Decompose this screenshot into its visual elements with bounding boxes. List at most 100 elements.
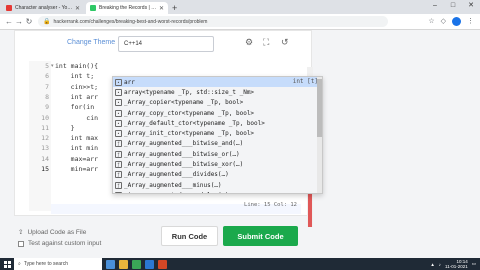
run-code-button[interactable]: Run Code xyxy=(161,226,218,246)
fullscreen-icon[interactable]: ⛶ xyxy=(263,37,269,48)
cursor-status: Line: 15 Col: 12 xyxy=(244,202,297,208)
taskbar-apps xyxy=(106,259,167,269)
screen: Character analyser - YouTube Studio ✕ Br… xyxy=(0,0,480,270)
line-number: 15 xyxy=(41,165,49,173)
url-field[interactable]: 🔒 hackerrank.com/challenges/breaking-bes… xyxy=(38,16,388,27)
autocomplete-item[interactable]: ƒ _Array_augmented___bitwise_and(…) xyxy=(113,139,322,149)
reload-icon[interactable]: ↻ xyxy=(24,17,34,26)
autocomplete-item[interactable]: • array<typename _Tp, std::size_t _Nm> xyxy=(113,87,322,97)
code-line[interactable]: int main(){ xyxy=(55,62,98,70)
upload-icon: ⇪ xyxy=(18,229,24,236)
code-line[interactable]: int arr xyxy=(55,93,98,101)
settings-gear-icon[interactable]: ⚙ xyxy=(245,37,253,48)
reset-code-icon[interactable]: ↺ xyxy=(281,37,289,48)
autocomplete-item[interactable]: ƒ _Array_augmented___bitwise_or(…) xyxy=(113,149,322,159)
code-line[interactable]: cin>>t; xyxy=(55,83,98,91)
autocomplete-item[interactable]: ƒ_Array_augmented___modulus(…) xyxy=(113,190,322,193)
profile-avatar[interactable] xyxy=(452,17,461,26)
code-line[interactable]: } xyxy=(55,124,75,132)
close-tab-icon[interactable]: ✕ xyxy=(159,5,164,12)
function-icon: ƒ xyxy=(115,171,122,179)
start-button[interactable] xyxy=(0,258,14,270)
class-icon: • xyxy=(115,109,122,117)
network-icon[interactable]: ▲ xyxy=(430,262,434,267)
extensions-icon[interactable]: ◇ xyxy=(441,17,446,26)
autocomplete-item-label: _Array_augmented___bitwise_and(…) xyxy=(124,140,244,148)
autocomplete-item[interactable]: • arr int [t] xyxy=(113,77,322,88)
back-arrow-icon[interactable]: ← xyxy=(4,17,14,26)
custom-input-toggle[interactable]: Test against custom input xyxy=(18,240,101,247)
close-tab-icon[interactable]: ✕ xyxy=(75,5,80,12)
code-line[interactable]: int max xyxy=(55,134,98,142)
line-number: 5 xyxy=(45,62,49,70)
volume-icon[interactable]: ♪ xyxy=(439,262,441,267)
autocomplete-popup: • arr int [t] • array<typename _Tp, std::siz… xyxy=(112,76,323,194)
custom-input-checkbox[interactable] xyxy=(18,240,24,247)
function-icon: ƒ xyxy=(115,150,122,158)
autocomplete-item[interactable]: • _Array_copy_ctor<typename _Tp, bool> xyxy=(113,108,322,118)
line-number: 7 xyxy=(45,82,49,91)
autocomplete-scroll-thumb[interactable] xyxy=(317,79,322,137)
autocomplete-item-label: array<typename _Tp, std::size_t _Nm> xyxy=(124,88,255,96)
forward-arrow-icon[interactable]: → xyxy=(14,17,24,26)
autocomplete-item[interactable]: • _Array_init_ctor<typename _Tp, bool> xyxy=(113,128,322,138)
autocomplete-item[interactable]: ƒ _Array_augmented___divides(…) xyxy=(113,170,322,180)
code-line[interactable]: int min xyxy=(55,144,98,152)
language-select[interactable]: C++14 xyxy=(118,36,214,52)
browser-tab-bar: Character analyser - YouTube Studio ✕ Br… xyxy=(0,0,480,14)
change-theme-link[interactable]: Change Theme xyxy=(67,39,115,46)
autocomplete-item-type: int [t] xyxy=(292,78,318,85)
browser-tab-hackerrank[interactable]: Breaking the Records | HackerRank ✕ xyxy=(86,2,168,14)
chrome-icon[interactable] xyxy=(132,259,141,269)
notifications-icon[interactable]: ▭ xyxy=(472,261,476,267)
class-icon: • xyxy=(115,130,122,138)
star-icon[interactable]: ☆ xyxy=(428,17,434,26)
mail-icon[interactable] xyxy=(145,259,154,269)
clock[interactable]: 10:14 11-01-2021 xyxy=(445,259,468,269)
submit-code-button[interactable]: Submit Code xyxy=(223,226,298,246)
line-number: 10 xyxy=(41,113,49,122)
function-icon: ƒ xyxy=(115,181,122,189)
new-tab-button[interactable]: + xyxy=(172,2,177,14)
office-icon[interactable] xyxy=(158,259,167,269)
maximize-button[interactable]: □ xyxy=(444,0,462,12)
youtube-favicon-icon xyxy=(6,5,12,11)
autocomplete-item-label: _Array_augmented___modulus(…) xyxy=(124,192,229,193)
autocomplete-item[interactable]: • _Array_copier<typename _Tp, bool> xyxy=(113,98,322,108)
class-icon: • xyxy=(115,119,122,127)
taskbar-search-placeholder: Type here to search xyxy=(23,261,69,267)
code-line[interactable]: int t; xyxy=(55,72,95,80)
line-number: 13 xyxy=(41,144,49,153)
autocomplete-item[interactable]: ƒ _Array_augmented___bitwise_xor(…) xyxy=(113,159,322,169)
autocomplete-item[interactable]: • _Array_default_ctor<typename _Tp, bool> xyxy=(113,118,322,128)
minimize-button[interactable]: – xyxy=(426,0,444,12)
task-view-icon[interactable] xyxy=(106,259,115,269)
lock-icon: 🔒 xyxy=(43,19,51,25)
autocomplete-item-label: _Array_augmented___bitwise_or(…) xyxy=(124,150,240,158)
class-icon: • xyxy=(115,88,122,96)
system-tray: ▲ ♪ 10:14 11-01-2021 ▭ xyxy=(430,258,476,270)
taskbar-search-box[interactable]: ⌕ Type here to search xyxy=(14,258,102,270)
code-line[interactable]: for(in xyxy=(55,103,95,111)
browser-tab-youtube[interactable]: Character analyser - YouTube Studio ✕ xyxy=(2,2,84,14)
address-bar: ← → ↻ 🔒 hackerrank.com/challenges/breaki… xyxy=(0,14,480,30)
autocomplete-item-label: _Array_augmented___minus(…) xyxy=(124,181,222,189)
fold-marker-icon[interactable]: ▾ xyxy=(51,63,54,69)
menu-dots-icon[interactable]: ⋮ xyxy=(467,17,474,26)
code-line[interactable]: min=arr xyxy=(55,165,98,173)
line-number: 6 xyxy=(45,72,49,81)
line-number: 12 xyxy=(41,134,49,143)
tab-label: Character analyser - YouTube Studio xyxy=(15,5,73,11)
line-number: 9 xyxy=(45,103,49,112)
code-line[interactable]: max=arr xyxy=(55,155,98,163)
tab-label: Breaking the Records | HackerRank xyxy=(99,5,157,11)
upload-code-link[interactable]: ⇪ Upload Code as File xyxy=(18,228,86,237)
function-icon: ƒ xyxy=(115,191,122,193)
autocomplete-item-label: arr xyxy=(124,78,135,86)
close-window-button[interactable]: ✕ xyxy=(462,0,480,12)
autocomplete-item[interactable]: ƒ _Array_augmented___minus(…) xyxy=(113,180,322,190)
line-number: 8 xyxy=(45,92,49,101)
url-text: hackerrank.com/challenges/breaking-best-… xyxy=(53,18,208,25)
code-line[interactable]: cin xyxy=(55,114,98,122)
file-explorer-icon[interactable] xyxy=(119,259,128,269)
